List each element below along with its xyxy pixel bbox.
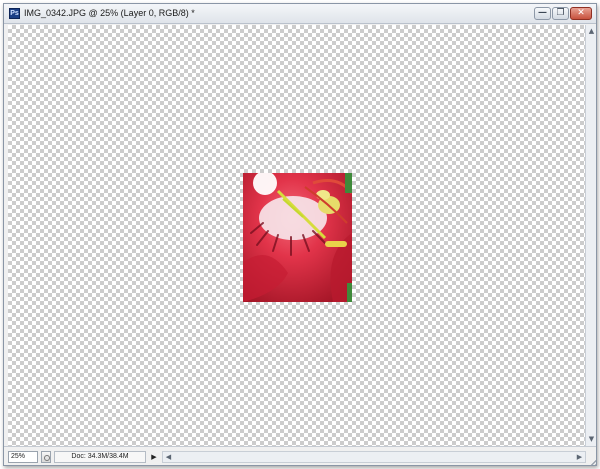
zoom-level-field[interactable]: 25% [8, 451, 38, 463]
vertical-scrollbar[interactable]: ▲ ▼ [585, 25, 596, 446]
status-bar: 25% Doc: 34.3M/38.4M ▶ ◀ ▶ [4, 446, 596, 465]
document-title: IMG_0342.JPG @ 25% (Layer 0, RGB/8) * [24, 8, 195, 18]
scroll-up-arrow-icon[interactable]: ▲ [586, 26, 596, 37]
scroll-right-arrow-icon[interactable]: ▶ [574, 452, 585, 462]
resize-grip-icon[interactable] [588, 456, 596, 465]
window-controls: — ❐ ✕ [534, 7, 592, 20]
restore-button[interactable]: ❐ [552, 7, 569, 20]
close-button[interactable]: ✕ [570, 7, 592, 20]
minimize-button[interactable]: — [534, 7, 551, 20]
navigator-icon[interactable] [41, 451, 51, 463]
status-menu-arrow-icon[interactable]: ▶ [149, 451, 159, 463]
title-bar[interactable]: Ps IMG_0342.JPG @ 25% (Layer 0, RGB/8) *… [4, 4, 596, 24]
flower-photo-layer[interactable] [243, 173, 352, 302]
horizontal-scrollbar[interactable]: ◀ ▶ [162, 451, 586, 463]
document-canvas[interactable] [8, 25, 585, 446]
photoshop-document-icon[interactable]: Ps [9, 8, 20, 19]
scroll-down-arrow-icon[interactable]: ▼ [586, 434, 596, 445]
scroll-left-arrow-icon[interactable]: ◀ [163, 452, 174, 462]
document-window: Ps IMG_0342.JPG @ 25% (Layer 0, RGB/8) *… [3, 3, 597, 466]
document-size-info: Doc: 34.3M/38.4M [54, 451, 146, 463]
